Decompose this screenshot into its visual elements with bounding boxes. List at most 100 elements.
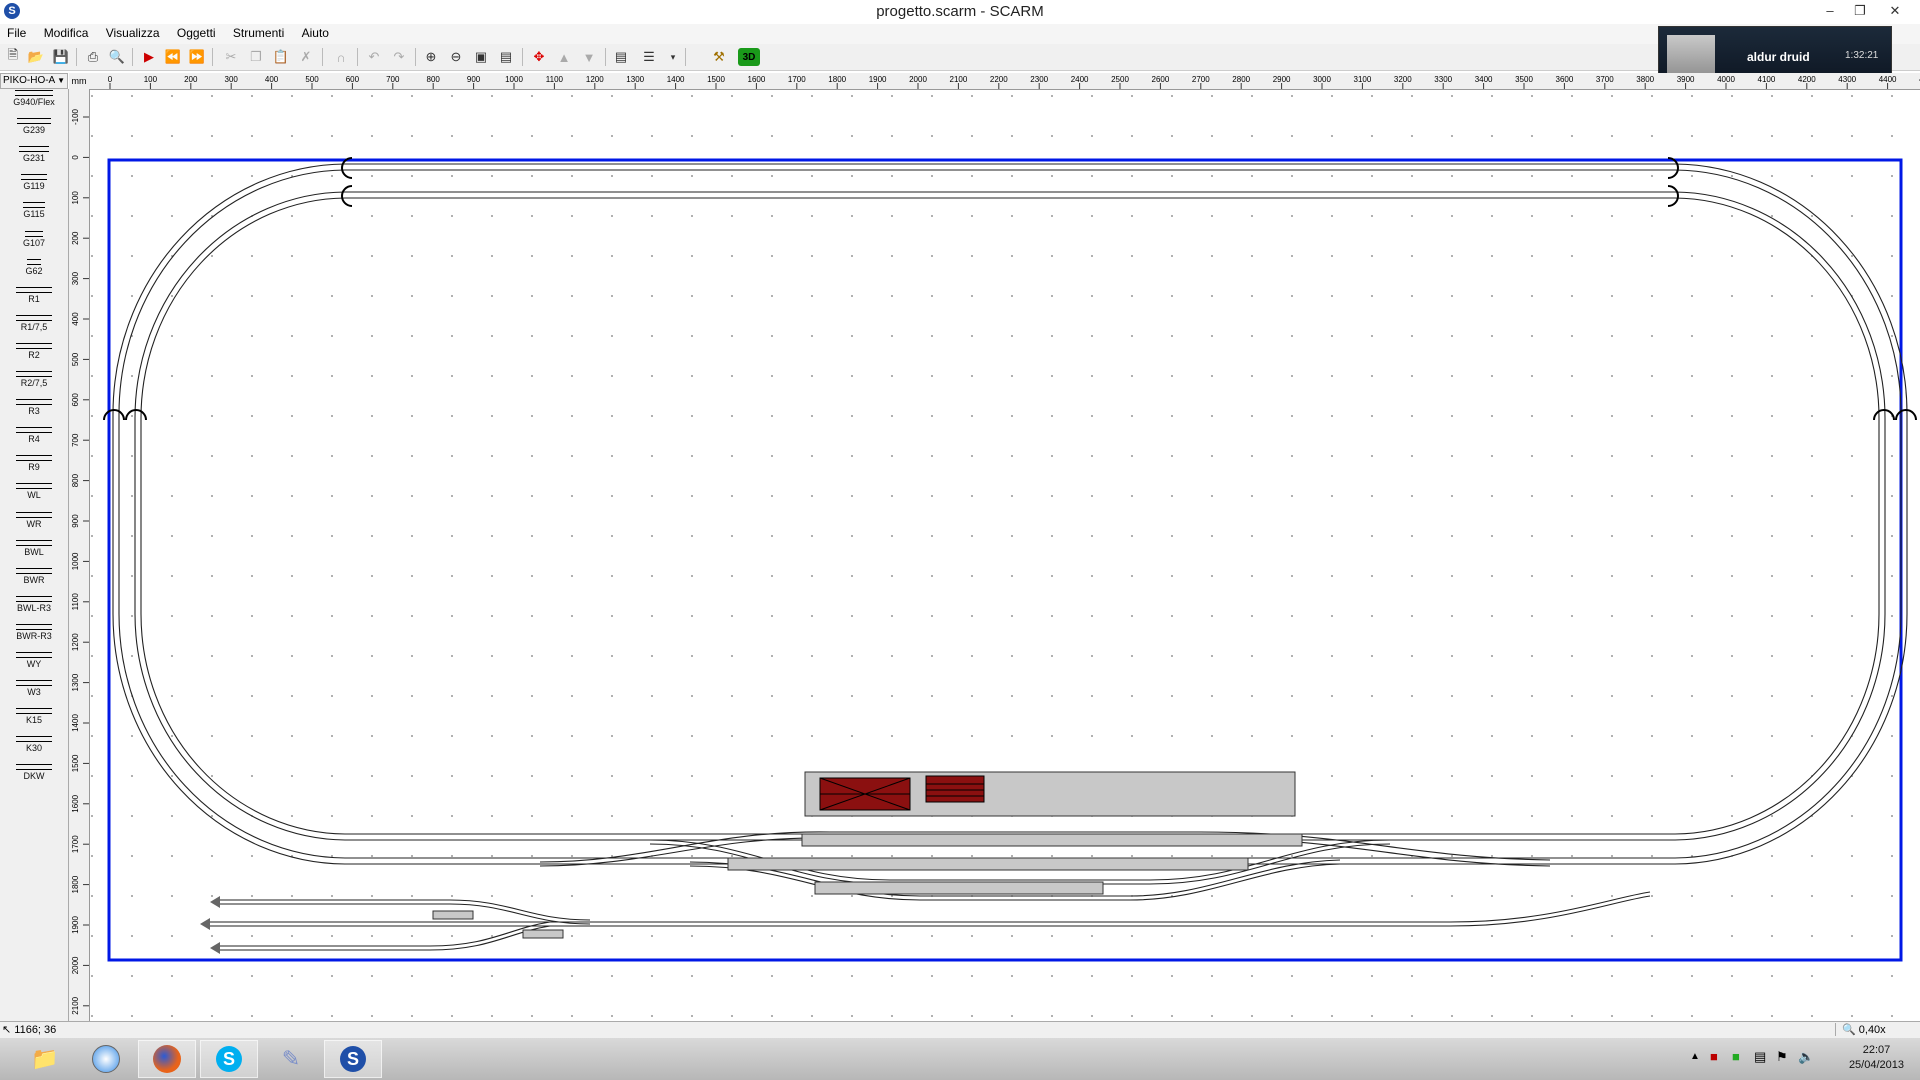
zoom-window-icon[interactable]: ▤ [497,48,515,66]
palette-item-wr[interactable]: WR [0,511,68,529]
tray-volume-icon[interactable]: 🔈 [1798,1049,1814,1065]
paint-button[interactable]: ✎ [262,1040,320,1078]
palette-item-r2[interactable]: R2 [0,342,68,360]
print-preview-icon[interactable]: 🔍 [108,48,126,66]
palette-item-bwl-r3[interactable]: BWL-R3 [0,595,68,613]
palette-item-r9[interactable]: R9 [0,455,68,472]
palette-item-k30[interactable]: K30 [0,736,68,753]
v-ruler-label: 1700 [71,835,80,853]
fast-forward-icon[interactable]: ⏩ [188,48,206,66]
tunnel-icon[interactable]: ▼ [580,48,598,66]
platform-1[interactable] [801,833,1303,847]
track-piece-icon [16,511,52,518]
tools-icon[interactable]: ⚒ [710,48,728,66]
palette-item-r2-7-5[interactable]: R2/7,5 [0,371,68,388]
platform-3[interactable] [814,881,1104,895]
v-ruler-label: 1300 [71,673,80,691]
menu-strumenti[interactable]: Strumenti [226,24,291,42]
redo-icon[interactable]: ↷ [390,48,408,66]
layout-canvas[interactable] [90,90,1920,1021]
level-icon[interactable]: ▤ [612,48,630,66]
palette-item-r3[interactable]: R3 [0,399,68,416]
cut-icon[interactable]: ✂ [222,48,240,66]
delete-icon[interactable]: ✗ [297,48,315,66]
palette-item-r1[interactable]: R1 [0,286,68,304]
platform-2[interactable] [727,857,1249,871]
copy-icon[interactable]: ❐ [247,48,265,66]
h-ruler-label: 3900 [1677,75,1695,84]
palette-item-g231[interactable]: G231 [0,146,68,163]
menu-modifica[interactable]: Modifica [37,24,96,42]
palette-item-label: WR [26,518,42,529]
magnet-icon[interactable]: ∩ [332,48,350,66]
track-piece-icon [16,342,52,349]
palette-item-wl[interactable]: WL [0,483,68,500]
h-ruler-label: 4200 [1798,75,1816,84]
print-icon[interactable]: ⎙ [84,48,102,66]
new-file-icon[interactable]: 🗎 [4,47,22,66]
restore-button[interactable]: ❐ [1845,0,1875,22]
menu-oggetti[interactable]: Oggetti [170,24,223,42]
open-folder-icon[interactable]: 📂 [27,48,45,66]
clock[interactable]: 22:07 25/04/2013 [1849,1043,1904,1073]
safari-button[interactable] [77,1040,135,1078]
zoom-in-icon[interactable]: ⊕ [422,48,440,66]
run-icon[interactable]: ▶ [140,48,158,66]
h-ruler-label: 3800 [1636,75,1654,84]
view-3d-button[interactable]: 3D [738,48,760,66]
palette-item-wy[interactable]: WY [0,652,68,669]
palette-item-g115[interactable]: G115 [0,202,68,219]
tray-arrow-icon[interactable]: ▲ [1690,1051,1700,1062]
track-piece-icon [16,314,52,321]
menu-visualizza[interactable]: Visualizza [99,24,167,42]
palette-item-k15[interactable]: K15 [0,708,68,725]
palette-item-label: R1/7,5 [20,321,48,332]
palette-item-g239[interactable]: G239 [0,118,68,135]
file-explorer-button[interactable]: 📁 [16,1040,74,1078]
zoom-fit-icon[interactable]: ▣ [472,48,490,66]
palette-item-r1-7-5[interactable]: R1/7,5 [0,314,68,332]
track-piece-icon [16,399,52,406]
paste-icon[interactable]: 📋 [272,48,290,66]
palette-item-bwr[interactable]: BWR [0,567,68,585]
undo-icon[interactable]: ↶ [365,48,383,66]
palette-item-g62[interactable]: G62 [0,258,68,276]
tray-network-icon[interactable]: ▤ [1754,1049,1766,1065]
track-layout-drawing[interactable] [90,90,1920,1021]
tray-app-icon[interactable]: ■ [1710,1049,1718,1064]
menu-aiuto[interactable]: Aiuto [295,24,336,42]
zoom-out-icon[interactable]: ⊖ [447,48,465,66]
library-selector[interactable]: PIKO-HO-A ▼ [0,73,68,89]
track-flex-icon[interactable]: ✥ [530,48,548,66]
palette-item-dkw[interactable]: DKW [0,764,68,781]
palette-item-g107[interactable]: G107 [0,230,68,248]
palette-item-bwl[interactable]: BWL [0,539,68,557]
goods-shed-roof[interactable] [925,775,985,803]
menu-file[interactable]: File [0,24,33,42]
h-ruler-label: 900 [467,75,481,84]
layers-icon[interactable]: ☰ [640,48,658,66]
save-icon[interactable]: 💾 [52,48,70,66]
yard-ramp-1[interactable] [432,910,474,920]
h-ruler-label: 1800 [828,75,846,84]
rewind-icon[interactable]: ⏪ [164,48,182,66]
yard-ramp-2[interactable] [522,929,564,939]
h-ruler-label: 4300 [1838,75,1856,84]
palette-item-r4[interactable]: R4 [0,427,68,444]
scarm-button[interactable]: S [324,1040,382,1078]
h-ruler-label: 3200 [1394,75,1412,84]
close-button[interactable]: ✕ [1880,0,1910,22]
palette-item-g940-flex[interactable]: G940/Flex [0,90,68,107]
firefox-button[interactable] [138,1040,196,1078]
v-ruler-label: 1000 [71,552,80,570]
layers-dropdown-icon[interactable]: ▾ [664,48,682,66]
palette-item-bwr-r3[interactable]: BWR-R3 [0,623,68,641]
minimize-button[interactable]: – [1815,0,1845,22]
tray-nvidia-icon[interactable]: ■ [1732,1049,1740,1064]
skype-button[interactable]: S [200,1040,258,1078]
h-ruler-label: 400 [265,75,279,84]
bridge-icon[interactable]: ▲ [555,48,573,66]
palette-item-w3[interactable]: W3 [0,680,68,697]
tray-flag-icon[interactable]: ⚑ [1776,1049,1788,1065]
palette-item-g119[interactable]: G119 [0,174,68,191]
